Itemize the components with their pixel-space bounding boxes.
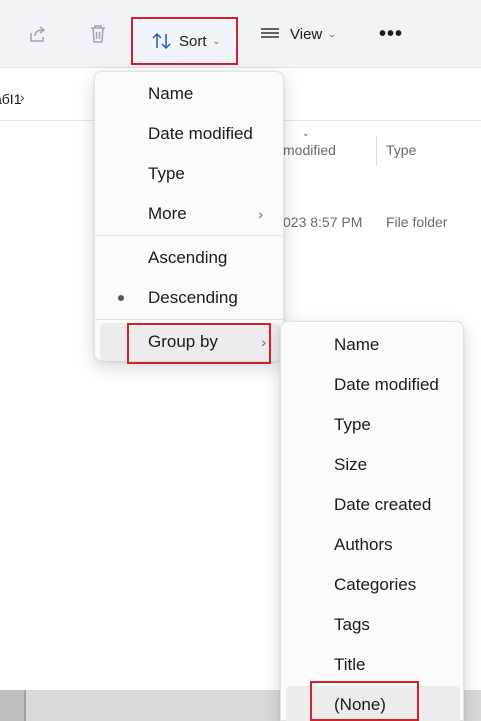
group-by-authors[interactable]: Authors [281, 526, 463, 564]
taskbar-block [0, 690, 24, 721]
group-by-date-modified[interactable]: Date modified [281, 366, 463, 404]
breadcrumb-chevron-icon[interactable]: › [20, 89, 25, 105]
share-icon[interactable] [24, 20, 52, 48]
sort-label: Sort [179, 32, 207, 50]
menu-item-label: Tags [334, 615, 370, 634]
sort-menu: Name Date modified Type More › Ascending… [94, 71, 284, 361]
sort-by-date-modified[interactable]: Date modified [95, 115, 283, 153]
menu-item-label: Name [148, 84, 194, 103]
sort-button[interactable]: Sort ⌄ [131, 17, 238, 65]
sort-caret-icon: ⌄ [302, 128, 310, 138]
view-icon [260, 26, 280, 42]
chevron-down-icon: ⌄ [212, 36, 221, 46]
group-by-size[interactable]: Size [281, 446, 463, 484]
group-by-tags[interactable]: Tags [281, 606, 463, 644]
menu-item-label: Size [334, 455, 368, 474]
menu-item-label: Title [334, 655, 366, 674]
menu-item-label: Type [148, 164, 185, 183]
sort-by-type[interactable]: Type [95, 155, 283, 193]
menu-separator [95, 235, 283, 236]
column-header-type[interactable]: Type [386, 142, 416, 158]
group-by-date-created[interactable]: Date created [281, 486, 463, 524]
highlight-group-by [127, 323, 271, 364]
sort-descending[interactable]: Descending [95, 279, 283, 317]
menu-item-label: More [148, 204, 187, 223]
view-button[interactable]: View ⌄ [256, 17, 346, 51]
highlight-none [310, 681, 419, 721]
group-by-categories[interactable]: Categories [281, 566, 463, 604]
menu-item-label: Date created [334, 495, 432, 514]
group-by-type[interactable]: Type [281, 406, 463, 444]
menu-item-label: Ascending [148, 248, 228, 267]
delete-icon[interactable] [84, 20, 112, 48]
row-type: File folder [386, 214, 448, 230]
more-options-button[interactable]: ••• [374, 20, 408, 48]
sort-icon [151, 31, 173, 51]
view-label: View [290, 25, 323, 43]
sort-more[interactable]: More › [95, 195, 283, 233]
column-header-date-modified[interactable]: modified [283, 142, 336, 158]
row-date-modified: 023 8:57 PM [283, 214, 363, 230]
taskbar-divider [24, 690, 26, 721]
menu-item-label: Type [334, 415, 371, 434]
menu-item-label: Descending [148, 288, 238, 307]
sort-ascending[interactable]: Ascending [95, 239, 283, 277]
menu-item-label: Date modified [148, 124, 253, 143]
command-bar: Sort ⌄ View ⌄ ••• [0, 0, 481, 68]
group-by-title[interactable]: Title [281, 646, 463, 684]
sort-by-name[interactable]: Name [95, 75, 283, 113]
group-by-submenu: Name Date modified Type Size Date create… [280, 321, 464, 721]
breadcrumb[interactable]: абІ1 [0, 91, 21, 107]
column-divider[interactable] [376, 136, 377, 166]
group-by-name[interactable]: Name [281, 326, 463, 364]
menu-item-label: Date modified [334, 375, 439, 394]
menu-item-label: Authors [334, 535, 393, 554]
chevron-right-icon: › [258, 206, 263, 222]
selected-bullet-icon [118, 295, 124, 301]
menu-item-label: Name [334, 335, 380, 354]
chevron-down-icon: ⌄ [328, 29, 336, 39]
menu-separator [95, 319, 283, 320]
menu-item-label: Categories [334, 575, 417, 594]
